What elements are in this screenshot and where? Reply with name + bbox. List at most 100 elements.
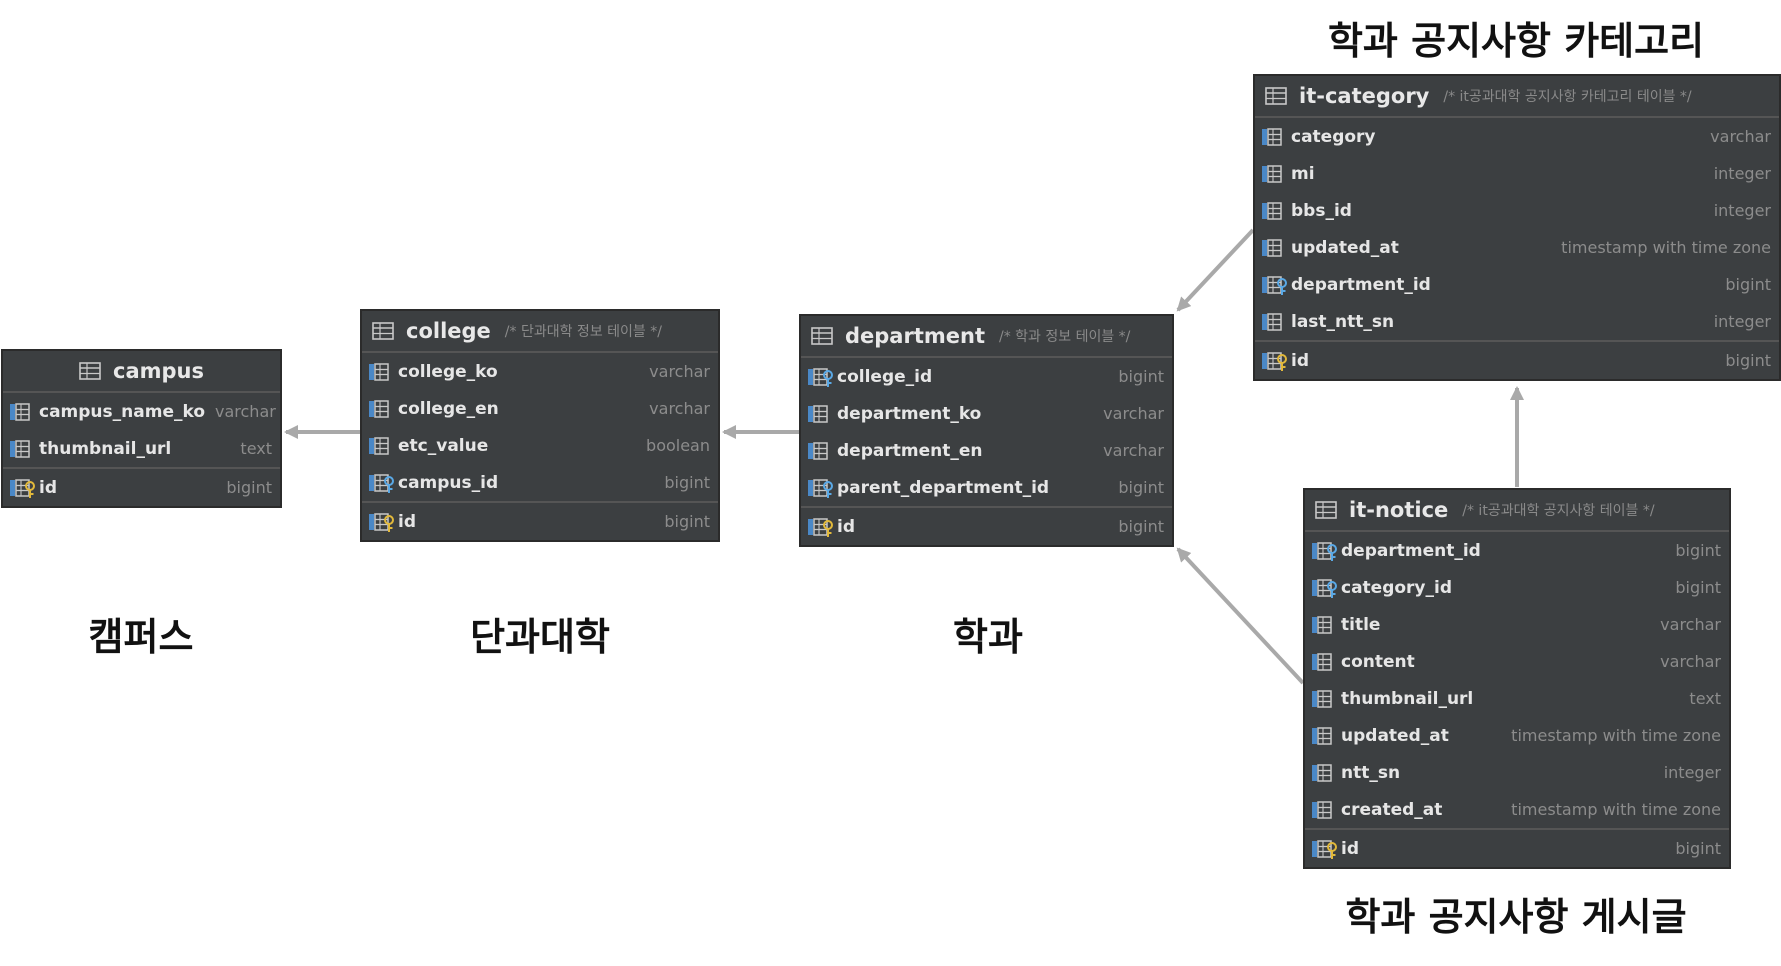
column-row[interactable]: bbs_id integer (1255, 192, 1779, 229)
primary-key-icon (368, 511, 396, 533)
column-type: bigint (1675, 541, 1721, 560)
column-name: campus_name_ko (39, 401, 205, 422)
column-name: category_id (1341, 577, 1453, 598)
column-icon (1311, 725, 1339, 747)
column-row[interactable]: updated_at timestamp with time zone (1305, 717, 1729, 754)
column-icon (1311, 614, 1339, 636)
column-type: bigint (1118, 517, 1164, 536)
column-type: bigint (1118, 478, 1164, 497)
column-name: updated_at (1341, 725, 1449, 746)
column-icon (1261, 237, 1289, 259)
column-icon (9, 438, 37, 460)
column-icon (807, 440, 835, 462)
column-name: title (1341, 614, 1381, 635)
column-icon (368, 435, 396, 457)
column-type: bigint (664, 512, 710, 531)
column-row[interactable]: etc_value boolean (362, 427, 718, 464)
table-icon (1315, 499, 1339, 521)
column-name: college_id (837, 366, 933, 387)
column-row[interactable]: content varchar (1305, 643, 1729, 680)
column-type: integer (1713, 312, 1771, 331)
table-header: it-category /* it공과대학 공지사항 카테고리 테이블 */ (1255, 76, 1779, 118)
caption-department: 학과 (953, 615, 1023, 659)
column-row[interactable]: campus_name_ko varchar (3, 393, 280, 430)
column-type: bigint (226, 478, 272, 497)
column-row[interactable]: college_ko varchar (362, 353, 718, 390)
column-type: bigint (1725, 275, 1771, 294)
column-name: id (1341, 838, 1359, 859)
table-icon (372, 320, 396, 342)
column-name: id (398, 511, 416, 532)
table-icon (811, 325, 835, 347)
column-type: bigint (1675, 839, 1721, 858)
table-campus[interactable]: campus campus_name_ko varchar thumbnail_url… (1, 349, 282, 508)
column-row[interactable]: category varchar (1255, 118, 1779, 155)
table-it-category[interactable]: it-category /* it공과대학 공지사항 카테고리 테이블 */ cat… (1253, 74, 1781, 381)
primary-key-row[interactable]: id bigint (1305, 828, 1729, 867)
table-header: college /* 단과대학 정보 테이블 */ (362, 311, 718, 353)
column-icon (807, 403, 835, 425)
table-icon (79, 360, 103, 382)
table-header: department /* 학과 정보 테이블 */ (801, 316, 1172, 358)
column-row[interactable]: college_id bigint (801, 358, 1172, 395)
column-type: timestamp with time zone (1511, 800, 1721, 819)
primary-key-icon (807, 516, 835, 538)
column-row[interactable]: thumbnail_url text (3, 430, 280, 467)
table-comment: /* it공과대학 공지사항 테이블 */ (1462, 503, 1655, 519)
foreign-key-column-icon (1311, 540, 1339, 562)
primary-key-row[interactable]: id bigint (1255, 340, 1779, 379)
column-name: updated_at (1291, 237, 1399, 258)
column-type: boolean (646, 436, 710, 455)
column-row[interactable]: updated_at timestamp with time zone (1255, 229, 1779, 266)
table-name: college (406, 319, 491, 343)
column-name: thumbnail_url (39, 438, 172, 459)
column-type: bigint (1118, 367, 1164, 386)
column-row[interactable]: last_ntt_sn integer (1255, 303, 1779, 340)
column-row[interactable]: campus_id bigint (362, 464, 718, 501)
column-type: timestamp with time zone (1511, 726, 1721, 745)
column-icon (1261, 311, 1289, 333)
primary-key-row[interactable]: id bigint (3, 467, 280, 506)
column-name: etc_value (398, 435, 489, 456)
primary-key-row[interactable]: id bigint (801, 506, 1172, 545)
column-row[interactable]: ntt_sn integer (1305, 754, 1729, 791)
primary-key-row[interactable]: id bigint (362, 501, 718, 540)
column-type: bigint (1725, 351, 1771, 370)
foreign-key-column-icon (1261, 274, 1289, 296)
column-row[interactable]: created_at timestamp with time zone (1305, 791, 1729, 828)
column-row[interactable]: mi integer (1255, 155, 1779, 192)
column-row[interactable]: parent_department_id bigint (801, 469, 1172, 506)
table-comment: /* 단과대학 정보 테이블 */ (504, 324, 662, 340)
column-name: parent_department_id (837, 477, 1050, 498)
column-row[interactable]: department_id bigint (1255, 266, 1779, 303)
foreign-key-column-icon (807, 477, 835, 499)
caption-college: 단과대학 (470, 615, 610, 659)
column-row[interactable]: thumbnail_url text (1305, 680, 1729, 717)
column-name: id (837, 516, 855, 537)
column-row[interactable]: college_en varchar (362, 390, 718, 427)
column-row[interactable]: category_id bigint (1305, 569, 1729, 606)
column-type: varchar (649, 399, 710, 418)
column-icon (1311, 762, 1339, 784)
column-type: integer (1713, 164, 1771, 183)
primary-key-icon (1261, 350, 1289, 372)
foreign-key-column-icon (368, 472, 396, 494)
column-name: id (39, 477, 57, 498)
column-name: college_en (398, 398, 499, 419)
table-it-notice[interactable]: it-notice /* it공과대학 공지사항 테이블 */ department… (1303, 488, 1731, 869)
primary-key-icon (9, 477, 37, 499)
foreign-key-column-icon (1311, 577, 1339, 599)
column-type: varchar (1660, 615, 1721, 634)
table-name: it-notice (1349, 498, 1449, 522)
table-department[interactable]: department/* 학과 정보 테이블 */college_id bigin… (799, 314, 1174, 547)
column-row[interactable]: department_id bigint (1305, 532, 1729, 569)
table-header: it-notice /* it공과대학 공지사항 테이블 */ (1305, 490, 1729, 532)
column-name: department_id (1291, 274, 1431, 295)
column-row[interactable]: department_en varchar (801, 432, 1172, 469)
table-college[interactable]: college /* 단과대학 정보 테이블 */ college_ko varcha… (360, 309, 720, 542)
column-type: text (1689, 689, 1721, 708)
column-row[interactable]: title varchar (1305, 606, 1729, 643)
column-row[interactable]: department_ko varchar (801, 395, 1172, 432)
column-icon (9, 401, 37, 423)
column-name: department_en (837, 440, 983, 461)
